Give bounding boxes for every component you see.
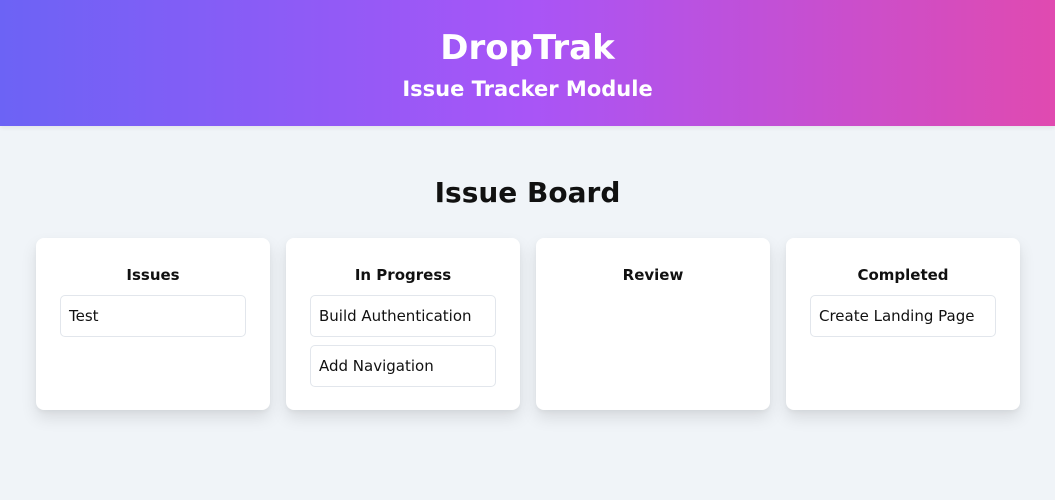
board-main: Issue Board Issues Test In Progress Buil… xyxy=(0,176,1055,410)
board-columns: Issues Test In Progress Build Authentica… xyxy=(36,238,1020,410)
column-issues: Issues Test xyxy=(36,238,270,410)
app-title: DropTrak xyxy=(440,28,615,68)
column-title: Issues xyxy=(126,266,180,284)
app-header: DropTrak Issue Tracker Module xyxy=(0,0,1055,126)
column-title: Completed xyxy=(857,266,949,284)
column-completed: Completed Create Landing Page xyxy=(786,238,1020,410)
issue-card[interactable]: Add Navigation xyxy=(310,345,496,387)
issue-card[interactable]: Build Authentication xyxy=(310,295,496,337)
board-title: Issue Board xyxy=(434,176,621,209)
column-title: Review xyxy=(622,266,684,284)
column-in-progress: In Progress Build Authentication Add Nav… xyxy=(286,238,520,410)
column-review: Review xyxy=(536,238,770,410)
column-title: In Progress xyxy=(354,266,452,284)
issue-card[interactable]: Test xyxy=(60,295,246,337)
app-subtitle: Issue Tracker Module xyxy=(402,77,653,101)
issue-card[interactable]: Create Landing Page xyxy=(810,295,996,337)
